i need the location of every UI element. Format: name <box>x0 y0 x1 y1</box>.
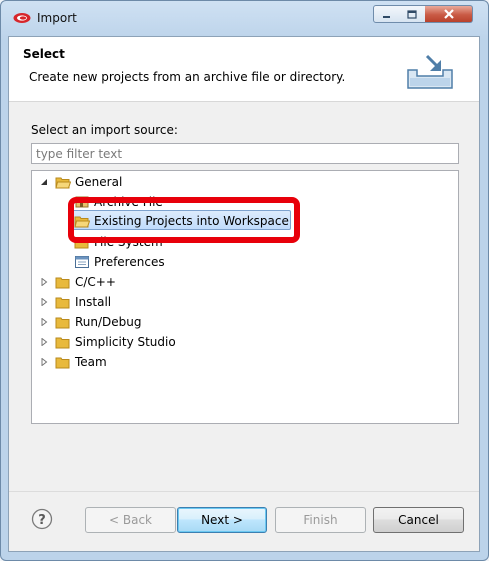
tree-item-label: Install <box>75 295 112 309</box>
minimize-button[interactable] <box>373 5 400 23</box>
tree-item-label: Team <box>75 355 107 369</box>
title-bar[interactable]: Import <box>1 1 488 35</box>
close-button[interactable] <box>425 5 473 23</box>
tree-item-label: Simplicity Studio <box>75 335 176 349</box>
collapsed-arrow-icon <box>41 358 48 366</box>
back-button[interactable]: < Back <box>85 507 176 533</box>
tree-item-label: Existing Projects into Workspace <box>94 214 289 228</box>
svg-text:?: ? <box>38 513 46 528</box>
tree-item-preferences[interactable]: Preferences <box>74 253 165 271</box>
tree-item-simplicity-studio[interactable]: Simplicity Studio <box>40 333 176 351</box>
tree-item-team[interactable]: Team <box>40 353 107 371</box>
tree-item-label: General <box>75 175 123 189</box>
tree-item-label: Archive File <box>94 195 163 209</box>
tree-item-existing-projects[interactable]: Existing Projects into Workspace <box>74 212 289 230</box>
folder-icon <box>55 277 70 288</box>
next-button[interactable]: Next > <box>177 507 267 533</box>
tree-item-label: Preferences <box>94 255 165 269</box>
tree-item-run-debug[interactable]: Run/Debug <box>40 313 142 331</box>
cancel-button[interactable]: Cancel <box>373 507 464 533</box>
tree-item-archive-file[interactable]: Archive File <box>74 193 163 211</box>
dialog-content: Select Create new projects from an archi… <box>8 36 480 552</box>
collapsed-arrow-icon <box>41 318 48 326</box>
close-icon <box>443 9 454 19</box>
collapsed-arrow-icon <box>41 278 48 286</box>
minimize-icon <box>383 15 390 18</box>
maximize-icon <box>407 9 417 19</box>
collapsed-arrow-icon <box>41 338 48 346</box>
import-source-label: Select an import source: <box>31 123 178 137</box>
filter-input[interactable] <box>31 143 459 164</box>
folder-icon <box>55 317 70 328</box>
import-dialog: Import Select Create new projects from a… <box>0 0 489 561</box>
footer-divider <box>9 491 479 492</box>
tree-item-file-system[interactable]: File System <box>74 233 163 251</box>
help-icon[interactable]: ? <box>31 508 53 530</box>
folder-icon <box>74 237 89 248</box>
tree-item-cpp[interactable]: C/C++ <box>40 273 116 291</box>
app-icon <box>13 13 31 23</box>
expanded-arrow-icon <box>41 179 47 185</box>
import-source-tree[interactable]: General Archive File Existing Projects i… <box>31 170 459 424</box>
folder-open-icon <box>74 216 90 227</box>
finish-button[interactable]: Finish <box>275 507 366 533</box>
preferences-icon <box>75 256 89 268</box>
tree-item-general[interactable]: General <box>40 173 122 191</box>
collapsed-arrow-icon <box>41 298 48 306</box>
archive-file-icon <box>75 196 89 208</box>
folder-open-icon <box>55 177 71 188</box>
folder-icon <box>55 337 70 348</box>
tree-item-label: Run/Debug <box>75 315 142 329</box>
window-title: Import <box>37 11 77 25</box>
folder-icon <box>55 297 70 308</box>
tree-item-install[interactable]: Install <box>40 293 111 311</box>
wizard-header: Select Create new projects from an archi… <box>9 37 479 102</box>
tree-item-label: C/C++ <box>75 275 116 289</box>
page-title: Select <box>23 47 65 61</box>
import-wizard-icon <box>407 54 453 89</box>
page-description: Create new projects from an archive file… <box>29 70 346 84</box>
tree-item-label: File System <box>94 235 163 249</box>
folder-icon <box>55 357 70 368</box>
maximize-button[interactable] <box>399 5 426 23</box>
